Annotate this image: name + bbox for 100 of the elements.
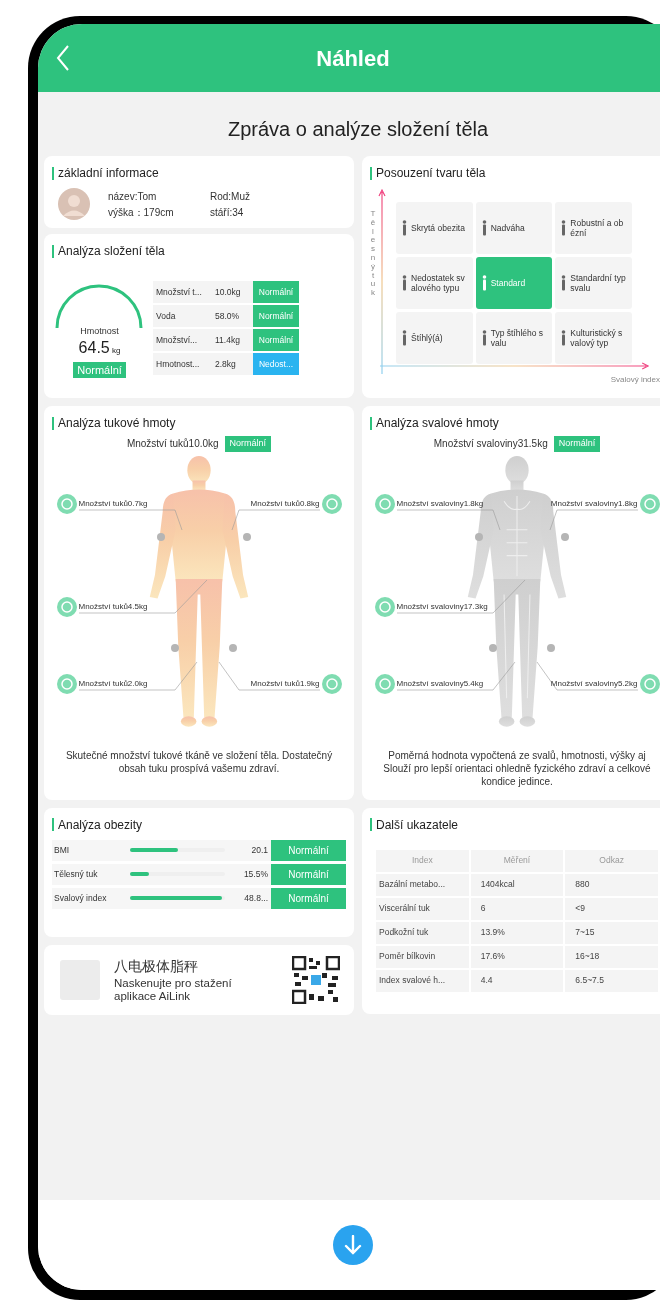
description-text: Skutečné množství tukové tkáně ve složení těla. Dostatečný obsah tuku prospívá vašemu zdraví. (64, 748, 334, 775)
body-type-cell[interactable]: Štíhlý(á) (396, 312, 473, 364)
body-type-cell[interactable]: Robustní a obézní (555, 202, 632, 254)
table-cell: <9 (565, 897, 658, 920)
body-region-icon (374, 596, 395, 617)
table-cell: Index svalové h... (376, 969, 469, 992)
body-type-cell[interactable]: Nadváha (475, 202, 553, 254)
region-label: Množství tuků0.7kg (78, 497, 148, 510)
download-button[interactable] (333, 1225, 373, 1265)
total-reading: Množství svaloviny31.5kg (433, 437, 548, 452)
body-type-cell[interactable]: Skrytá obezita (396, 202, 473, 254)
region-label: Množství svaloviny17.3kg (396, 600, 488, 613)
section-title: Analýza tukové hmoty (58, 415, 176, 432)
accent-bar (52, 416, 54, 430)
table-cell: Podkožní tuk (376, 921, 469, 944)
region-label: Množství svaloviny5.2kg (550, 677, 638, 690)
metric-value: 15.5% (242, 867, 269, 881)
column-header: Měření (470, 849, 564, 872)
column-header: Odkaz (565, 849, 658, 872)
section-title: Analýza svalové hmoty (376, 415, 499, 432)
marker-icon (156, 532, 165, 541)
body-type-cell[interactable]: Kulturistický svalový typ (555, 312, 632, 364)
column-header: Index (376, 849, 469, 872)
table-cell: 11.4kg (211, 329, 253, 351)
avatar (58, 188, 90, 220)
table-cell: 16~18 (565, 945, 658, 968)
y-axis-label: Tělesný tuk (370, 210, 376, 300)
region-label: Množství tuků2.0kg (78, 677, 148, 690)
status-badge: Normální (271, 863, 346, 885)
section-title: Analýza obezity (58, 816, 143, 834)
table-cell: 880 (565, 873, 658, 896)
person-icon (481, 220, 487, 236)
arrow-down-icon (344, 1235, 362, 1255)
status-badge: Nedost... (253, 353, 299, 375)
product-name: 八电极体脂秤 (114, 957, 199, 976)
region-label: Množství tuků1.9kg (250, 677, 320, 690)
total-reading: Množství tuků10.0kg (126, 437, 219, 452)
marker-icon (546, 643, 555, 652)
body-region-icon (56, 493, 77, 514)
table-cell: 6 (470, 897, 564, 920)
description-text: Poměrná hodnota vypočtená ze svalů, hmotnosti, výšky aj Slouží pro lepší orientaci ohledně fyzického zdraví a celkové kondice jedince. (382, 748, 652, 788)
x-axis-label: Svalový index (610, 374, 660, 386)
table-cell: 2.8kg (211, 353, 253, 375)
marker-icon (560, 532, 569, 541)
accent-bar (370, 166, 372, 180)
info-field: Rod:Muž (210, 188, 298, 204)
table-cell: 6.5~7.5 (565, 969, 658, 992)
status-badge: Normální (73, 361, 126, 378)
qr-code-drawing (292, 955, 340, 1004)
gauge-label: Hmotnost (80, 325, 119, 338)
metric-label: Svalový index (53, 891, 108, 905)
download-prompt: Naskenujte pro stažení aplikace AiLink (114, 977, 233, 1003)
metric-value: 48.8... (243, 891, 269, 905)
table-cell: Množství... (153, 329, 211, 351)
body-type-cell[interactable]: Nedostatek svalového typu (396, 257, 473, 309)
body-region-icon (321, 673, 342, 694)
table-cell: Bazální metabo... (376, 873, 469, 896)
marker-icon (228, 643, 237, 652)
accent-bar (370, 416, 372, 430)
body-type-cell[interactable]: Typ štíhlého svalu (475, 312, 553, 364)
person-icon (481, 330, 487, 346)
region-label: Množství svaloviny1.8kg (396, 497, 484, 510)
accent-bar (52, 166, 54, 180)
metric-label: BMI (53, 843, 71, 857)
person-icon (402, 220, 407, 236)
screen-title: Náhled (316, 44, 391, 73)
region-label: Množství tuků4.5kg (78, 600, 148, 613)
section-title: Analýza složení těla (58, 243, 165, 260)
body-type-cell[interactable]: Standardní typ svalu (555, 257, 632, 309)
body-region-icon (56, 596, 77, 617)
body-region-icon (374, 493, 395, 514)
table-cell: 13.9% (470, 921, 564, 944)
table-cell: 17.6% (470, 945, 564, 968)
person-icon (561, 220, 567, 236)
person-icon (402, 275, 407, 291)
accent-bar (52, 818, 54, 831)
body-region-icon (56, 673, 77, 694)
metric-value: 20.1 (250, 843, 269, 857)
table-cell: 4.4 (470, 969, 564, 992)
status-badge: Normální (224, 436, 272, 452)
region-label: Množství svaloviny1.8kg (550, 497, 638, 510)
marker-icon (488, 643, 497, 652)
table-cell: Poměr bílkovin (376, 945, 469, 968)
table-cell: 1404kcal (470, 873, 564, 896)
body-region-icon (374, 673, 395, 694)
table-cell: Voda (153, 305, 211, 327)
person-icon (561, 330, 567, 346)
table-cell: 7~15 (565, 921, 658, 944)
person-icon (561, 275, 567, 291)
report-title: Zpráva o analýze složení těla (226, 117, 490, 142)
status-badge: Normální (253, 329, 299, 351)
marker-icon (474, 532, 483, 541)
marker-icon (242, 532, 251, 541)
person-icon (402, 330, 407, 346)
region-label: Množství tuků0.8kg (250, 497, 320, 510)
accent-bar (370, 818, 372, 831)
back-icon (56, 44, 70, 72)
section-title: Posouzení tvaru těla (376, 165, 486, 182)
table-cell: Množství t... (153, 281, 211, 303)
region-label: Množství svaloviny5.4kg (396, 677, 484, 690)
